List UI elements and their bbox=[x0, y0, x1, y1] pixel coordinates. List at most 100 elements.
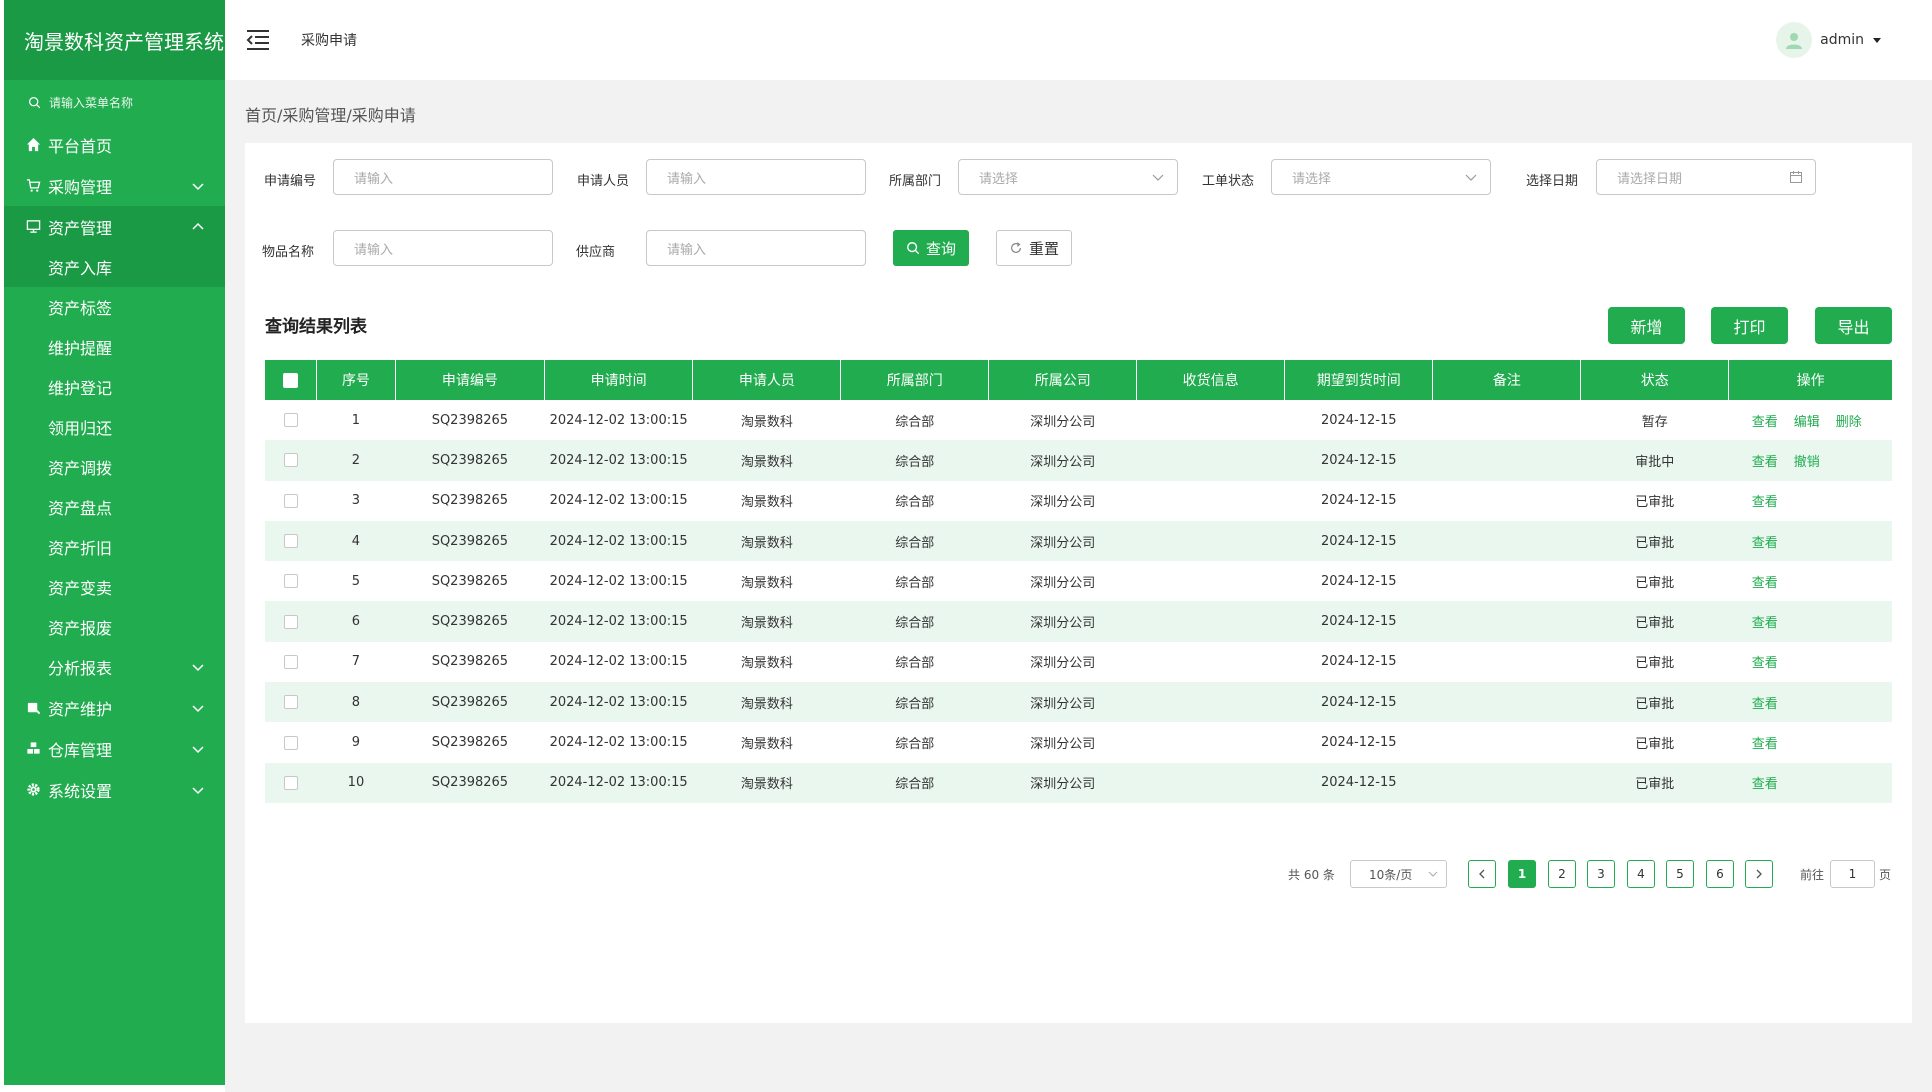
page-button[interactable]: 5 bbox=[1666, 860, 1694, 888]
sidebar-subitem-label: 维护登记 bbox=[48, 379, 113, 398]
cell-company: 深圳分公司 bbox=[1030, 414, 1096, 430]
status-select[interactable]: 请选择 bbox=[1271, 159, 1491, 195]
table-row: 7 SQ2398265 2024-12-02 13:00:15 淘景数科 综合部 深圳分公… bbox=[265, 642, 1892, 682]
row-checkbox[interactable] bbox=[283, 695, 298, 710]
sidebar-subitem-asset-sale[interactable]: 资产变卖 bbox=[4, 567, 225, 607]
sidebar-subitem-asset-inbound[interactable]: 资产入库 bbox=[4, 247, 225, 287]
cell-applicant: 淘景数科 bbox=[692, 682, 841, 723]
sidebar-subitem-asset-depreciation[interactable]: 资产折旧 bbox=[4, 527, 225, 567]
row-action-link[interactable]: 查看 bbox=[1752, 532, 1778, 551]
refresh-icon bbox=[1011, 242, 1021, 253]
sidebar-subitem-maintenance-reminder[interactable]: 维护提醒 bbox=[4, 327, 225, 367]
table-row: 10 SQ2398265 2024-12-02 13:00:15 淘景数科 综合部 深圳分… bbox=[265, 762, 1892, 803]
cell-remark bbox=[1432, 520, 1581, 562]
sidebar-item-home[interactable]: 平台首页 bbox=[4, 124, 225, 165]
page-button[interactable]: 3 bbox=[1587, 860, 1615, 888]
row-action-link[interactable]: 查看 bbox=[1752, 491, 1778, 510]
sidebar-item-settings[interactable]: 系统设置 bbox=[4, 769, 225, 810]
table-row: 2 SQ2398265 2024-12-02 13:00:15 淘景数科 综合部 深圳分公… bbox=[265, 440, 1892, 481]
cell-applicant: 淘景数科 bbox=[692, 440, 841, 481]
query-button[interactable]: 查询 bbox=[893, 230, 969, 266]
row-action-link[interactable]: 查看 bbox=[1752, 411, 1778, 430]
row-checkbox[interactable] bbox=[283, 614, 298, 629]
row-action-link[interactable]: 查看 bbox=[1752, 652, 1778, 671]
sidebar-subitem-analysis-report[interactable]: 分析报表 bbox=[4, 647, 225, 687]
sidebar-subitem-maintenance-record[interactable]: 维护登记 bbox=[4, 367, 225, 407]
row-checkbox[interactable] bbox=[283, 574, 298, 589]
sidebar-item-purchase[interactable]: 采购管理 bbox=[4, 165, 225, 206]
cell-time: 2024-12-02 13:00:15 bbox=[544, 440, 693, 481]
cell-receive bbox=[1137, 481, 1285, 521]
sidebar-subitem-label: 资产调拨 bbox=[48, 459, 113, 478]
cell-code: SQ2398265 bbox=[395, 682, 545, 723]
cell-no: 6 bbox=[316, 601, 396, 642]
sidebar-item-asset-maintain[interactable]: 资产维护 bbox=[4, 687, 225, 728]
sidebar-subitem-label: 资产标签 bbox=[48, 299, 113, 318]
cell-remark bbox=[1433, 722, 1581, 762]
date-picker[interactable]: 请选择日期 bbox=[1596, 159, 1816, 195]
page-button[interactable]: 2 bbox=[1548, 860, 1576, 888]
sidebar-subitem-borrow-return[interactable]: 领用归还 bbox=[4, 407, 225, 447]
add-button[interactable]: 新增 bbox=[1608, 307, 1685, 344]
reset-button[interactable]: 重置 bbox=[996, 230, 1072, 266]
column-header: 期望到货时间 bbox=[1284, 360, 1434, 400]
export-button[interactable]: 导出 bbox=[1815, 307, 1892, 344]
row-action-link[interactable]: 查看 bbox=[1752, 451, 1778, 470]
row-action-link[interactable]: 查看 bbox=[1752, 612, 1778, 631]
row-checkbox[interactable] bbox=[283, 654, 298, 669]
row-action-link[interactable]: 查看 bbox=[1752, 693, 1778, 712]
page-button[interactable]: 4 bbox=[1627, 860, 1655, 888]
print-button[interactable]: 打印 bbox=[1711, 307, 1788, 344]
select-all-checkbox[interactable] bbox=[282, 372, 298, 388]
caret-down-icon bbox=[1873, 38, 1881, 43]
sidebar-item-label: 系统设置 bbox=[48, 781, 113, 801]
row-action-link[interactable]: 撤销 bbox=[1794, 451, 1820, 470]
table-row: 1 SQ2398265 2024-12-02 13:00:15 淘景数科 综合部 深圳分公… bbox=[265, 400, 1892, 440]
item-input[interactable]: 请输入 bbox=[333, 230, 553, 266]
cell-status: 已审批 bbox=[1580, 520, 1729, 562]
cell-status: 已审批 bbox=[1580, 682, 1729, 723]
prev-page-button[interactable] bbox=[1468, 860, 1496, 888]
supplier-input[interactable]: 请输入 bbox=[646, 230, 866, 266]
dept-select[interactable]: 请选择 bbox=[958, 159, 1178, 195]
cell-dept: 综合部 bbox=[840, 762, 989, 803]
row-checkbox[interactable] bbox=[283, 735, 298, 750]
search-icon bbox=[907, 242, 920, 255]
row-action-link[interactable]: 删除 bbox=[1836, 411, 1862, 430]
row-checkbox[interactable] bbox=[283, 493, 298, 508]
sidebar-item-asset[interactable]: 资产管理 bbox=[4, 206, 225, 247]
cell-time: 2024-12-02 13:00:15 bbox=[544, 601, 693, 642]
applicant-input[interactable]: 请输入 bbox=[646, 159, 866, 195]
next-page-button[interactable] bbox=[1745, 860, 1773, 888]
row-checkbox[interactable] bbox=[283, 775, 298, 790]
sidebar-item-warehouse[interactable]: 仓库管理 bbox=[4, 728, 225, 769]
page-size-select[interactable]: 10条/页 bbox=[1350, 860, 1447, 888]
goto-page-input[interactable]: 1 bbox=[1830, 860, 1875, 888]
supplier-placeholder: 请输入 bbox=[667, 242, 707, 258]
sidebar-subitem-asset-inventory[interactable]: 资产盘点 bbox=[4, 487, 225, 527]
cell-remark bbox=[1433, 400, 1581, 440]
row-checkbox[interactable] bbox=[283, 413, 298, 428]
row-action-link[interactable]: 查看 bbox=[1752, 773, 1778, 792]
row-action-link[interactable]: 查看 bbox=[1752, 572, 1778, 591]
apply-no-input[interactable]: 请输入 bbox=[333, 159, 553, 195]
cell-status: 暂存 bbox=[1641, 414, 1668, 430]
sidebar-subitem-asset-transfer[interactable]: 资产调拨 bbox=[4, 447, 225, 487]
cell-company: 深圳分公司 bbox=[988, 440, 1137, 481]
row-action-link[interactable]: 查看 bbox=[1752, 733, 1778, 752]
sidebar: 淘景数科资产管理系统 请输入菜单名称 平台首页 采购管理 资产管理 资产入库 资… bbox=[4, 0, 225, 1085]
menu-fold-icon[interactable] bbox=[245, 28, 271, 52]
sidebar-subitem-asset-label[interactable]: 资产标签 bbox=[4, 287, 225, 327]
row-checkbox[interactable] bbox=[283, 534, 298, 549]
user-menu[interactable]: admin bbox=[1776, 22, 1882, 58]
menu-search[interactable]: 请输入菜单名称 bbox=[4, 80, 225, 124]
page-button[interactable]: 6 bbox=[1706, 860, 1734, 888]
status-label: 工单状态 bbox=[1202, 174, 1255, 189]
dept-placeholder: 请选择 bbox=[979, 171, 1019, 187]
row-action-link[interactable]: 编辑 bbox=[1794, 411, 1820, 430]
sidebar-item-label: 资产管理 bbox=[48, 218, 113, 238]
cell-expect: 2024-12-15 bbox=[1284, 440, 1433, 481]
row-checkbox[interactable] bbox=[283, 453, 298, 468]
sidebar-subitem-asset-scrap[interactable]: 资产报废 bbox=[4, 607, 225, 647]
page-button[interactable]: 1 bbox=[1508, 860, 1536, 888]
